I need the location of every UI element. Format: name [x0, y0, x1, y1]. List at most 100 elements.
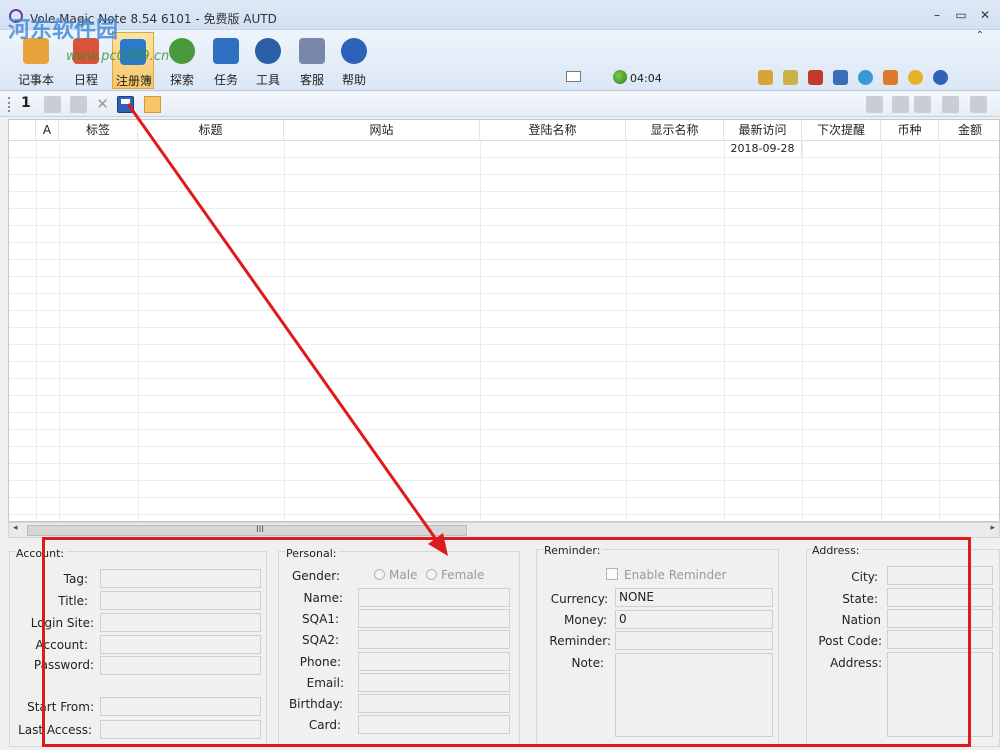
collapse-ribbon-button[interactable]: ⌃ [976, 30, 984, 41]
column-divider [284, 141, 285, 521]
table-row[interactable] [9, 396, 999, 413]
column-header[interactable]: 登陆名称 [480, 120, 626, 141]
table-row[interactable] [9, 294, 999, 311]
column-divider [36, 141, 37, 521]
title-bar: Vole Magic Note 8.54 6101 - 免费版 AUTD – ▭… [0, 0, 1000, 30]
tab-label: 客服 [299, 73, 324, 87]
records-table[interactable]: A 标签 标题 网站 登陆名称 显示名称 最新访问 下次提醒 币种 金额 201… [8, 119, 1000, 522]
badge-icon[interactable] [833, 70, 848, 85]
paste-icon[interactable] [914, 96, 931, 113]
column-divider [802, 141, 803, 521]
column-divider [626, 141, 627, 521]
table-row[interactable] [9, 175, 999, 192]
info-icon[interactable] [933, 70, 948, 85]
tab-support[interactable]: 客服 [292, 32, 332, 89]
globe-icon[interactable] [858, 70, 873, 85]
table-row[interactable] [9, 413, 999, 430]
column-divider [138, 141, 139, 521]
help-icon [341, 38, 367, 64]
table-row[interactable] [9, 498, 999, 515]
tab-label: 探索 [169, 73, 194, 87]
table-row[interactable] [9, 158, 999, 175]
record-toolbar: 1 ✕ [0, 92, 1000, 117]
star-icon[interactable] [783, 70, 798, 85]
column-divider [939, 141, 940, 521]
annotation-highlight-box [42, 537, 971, 747]
toolbar-grip[interactable] [8, 97, 11, 112]
support-icon [299, 38, 325, 64]
table-row[interactable] [9, 328, 999, 345]
mail-icon[interactable] [566, 71, 581, 82]
table-header: A 标签 标题 网站 登陆名称 显示名称 最新访问 下次提醒 币种 金额 [9, 120, 999, 141]
table-row[interactable] [9, 209, 999, 226]
clock-icon [613, 70, 627, 84]
gear-tools-icon [255, 38, 281, 64]
table-row[interactable] [9, 311, 999, 328]
table-row[interactable] [9, 226, 999, 243]
scroll-left-icon[interactable]: ◂ [13, 523, 18, 533]
delete-icon[interactable]: ✕ [94, 96, 111, 113]
explore-icon [169, 38, 195, 64]
table-row[interactable] [9, 260, 999, 277]
column-header[interactable]: 标题 [138, 120, 284, 141]
medal-icon[interactable] [908, 70, 923, 85]
table-row[interactable] [9, 345, 999, 362]
tab-label: 日程 [73, 73, 98, 87]
clock-time: 04:04 [630, 72, 662, 85]
column-header[interactable]: 下次提醒 [802, 120, 881, 141]
table-row[interactable] [9, 362, 999, 379]
watermark-url: www.pc0359.cn [66, 49, 170, 64]
palette-icon[interactable] [758, 70, 773, 85]
tab-tools[interactable]: 工具 [248, 32, 288, 89]
task-list-icon [213, 38, 239, 64]
tab-help[interactable]: 帮助 [334, 32, 374, 89]
tab-label: 记事本 [17, 73, 54, 87]
tab-task[interactable]: 任务 [206, 32, 246, 89]
tools-icon[interactable] [883, 70, 898, 85]
scroll-thumb[interactable]: III [27, 525, 467, 536]
tab-label: 注册簿 [115, 74, 152, 88]
copy-icon[interactable] [892, 96, 909, 113]
close-button[interactable]: ✕ [978, 8, 992, 22]
column-header[interactable]: 币种 [881, 120, 939, 141]
column-divider [59, 141, 60, 521]
edit-record-icon[interactable] [70, 96, 87, 113]
page-number: 1 [21, 95, 31, 111]
table-row[interactable] [9, 277, 999, 294]
column-header[interactable] [9, 120, 36, 141]
column-divider [724, 141, 725, 521]
find-icon[interactable] [866, 96, 883, 113]
column-header[interactable]: A [36, 120, 59, 141]
table-row[interactable] [9, 464, 999, 481]
window-controls: – ▭ ✕ [930, 8, 992, 22]
column-divider [480, 141, 481, 521]
column-divider [881, 141, 882, 521]
books-icon[interactable] [808, 70, 823, 85]
watermark-logo: 河东软件园 [8, 18, 119, 43]
quick-tools [758, 70, 948, 85]
scroll-right-icon[interactable]: ▸ [990, 523, 995, 533]
table-row[interactable] [9, 243, 999, 260]
search-icon[interactable] [942, 96, 959, 113]
new-record-icon[interactable] [44, 96, 61, 113]
print-icon[interactable] [970, 96, 987, 113]
save-icon[interactable] [117, 96, 134, 113]
table-row[interactable] [9, 192, 999, 209]
horizontal-scrollbar[interactable]: ◂ III ▸ [8, 522, 1000, 538]
minimize-button[interactable]: – [930, 8, 944, 22]
column-header[interactable]: 网站 [284, 120, 480, 141]
column-header[interactable]: 标签 [59, 120, 138, 141]
tab-label: 工具 [255, 73, 280, 87]
column-header[interactable]: 最新访问 [724, 120, 802, 141]
table-row[interactable]: 2018-09-28 [9, 141, 999, 158]
last-visit-cell: 2018-09-28 [724, 141, 802, 158]
column-header[interactable]: 金额 [939, 120, 999, 141]
tab-label: 任务 [213, 73, 238, 87]
table-row[interactable] [9, 379, 999, 396]
table-row[interactable] [9, 481, 999, 498]
table-row[interactable] [9, 447, 999, 464]
column-header[interactable]: 显示名称 [626, 120, 724, 141]
maximize-button[interactable]: ▭ [954, 8, 968, 22]
folder-icon[interactable] [144, 96, 161, 113]
table-row[interactable] [9, 430, 999, 447]
